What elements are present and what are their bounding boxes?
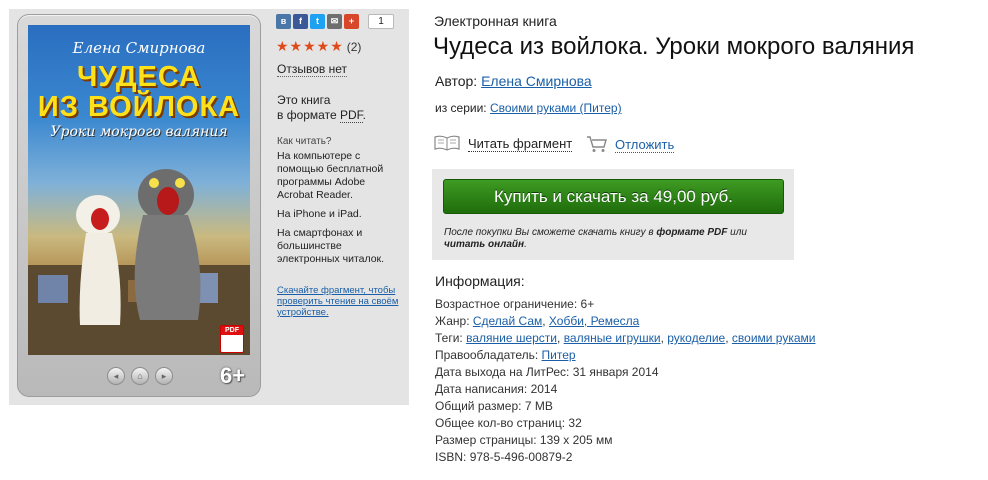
note-read-online: читать онлайн bbox=[444, 239, 525, 250]
vk-icon[interactable]: в bbox=[276, 14, 291, 29]
format-suffix: . bbox=[362, 108, 366, 122]
tag-link[interactable]: своими руками bbox=[732, 331, 816, 345]
genre-link[interactable]: Хобби, Ремесла bbox=[549, 314, 639, 328]
age-label: Возрастное ограничение: bbox=[435, 297, 581, 311]
cover-illustration bbox=[28, 169, 250, 355]
format-name-link[interactable]: PDF bbox=[339, 108, 363, 123]
note-text: После покупки Вы сможете скачать книгу в bbox=[444, 227, 657, 238]
info-isbn: ISBN: 978-5-496-00879-2 bbox=[435, 449, 816, 466]
info-written: Дата написания: 2014 bbox=[435, 381, 816, 398]
page-size-label: Размер страницы: bbox=[435, 433, 540, 447]
book-cover[interactable]: Елена Смирнова ЧУДЕСА ИЗ ВОЙЛОКА Уроки м… bbox=[28, 25, 250, 355]
plus-icon[interactable]: + bbox=[344, 14, 359, 29]
genre-link[interactable]: Сделай Сам bbox=[473, 314, 542, 328]
how-to-read-list: На компьютере с помощью бесплатной прогр… bbox=[277, 150, 402, 272]
rights-label: Правообладатель: bbox=[435, 348, 542, 362]
cover-author: Елена Смирнова bbox=[72, 39, 206, 57]
release-value: 31 января 2014 bbox=[572, 365, 659, 379]
book-preview-panel: Елена Смирнова ЧУДЕСА ИЗ ВОЙЛОКА Уроки м… bbox=[9, 9, 409, 405]
series-label: из серии: bbox=[435, 101, 490, 115]
reviews-link[interactable]: Отзывов нет bbox=[277, 62, 347, 77]
series-link[interactable]: Своими руками (Питер) bbox=[490, 101, 622, 115]
share-counter: 1 bbox=[368, 14, 394, 29]
star-icons: ★★★★★ bbox=[276, 38, 344, 54]
age-rating-badge: 6+ bbox=[220, 363, 246, 388]
postpone-button[interactable]: Отложить bbox=[586, 135, 675, 153]
tag-link[interactable]: рукоделие bbox=[667, 331, 725, 345]
pdf-badge-label: PDF bbox=[221, 326, 243, 335]
prev-page-icon[interactable]: ◂ bbox=[107, 367, 125, 385]
format-prefix: Это книга bbox=[277, 93, 331, 107]
info-size: Общий размер: 7 MB bbox=[435, 398, 816, 415]
reader-controls: ◂ ⌂ ▸ 6+ bbox=[18, 363, 262, 389]
isbn-label: ISBN: bbox=[435, 450, 470, 464]
pdf-file-icon: PDF bbox=[220, 325, 244, 353]
purchase-note: После покупки Вы сможете скачать книгу в… bbox=[444, 227, 784, 251]
info-age: Возрастное ограничение: 6+ bbox=[435, 296, 816, 313]
how-to-read-title: Как читать? bbox=[277, 136, 332, 147]
series-row: из серии: Своими руками (Питер) bbox=[435, 101, 622, 115]
info-release: Дата выхода на ЛитРес: 31 января 2014 bbox=[435, 364, 816, 381]
product-type-label: Электронная книга bbox=[434, 13, 557, 29]
author-link[interactable]: Елена Смирнова bbox=[481, 73, 592, 89]
isbn-value: 978-5-496-00879-2 bbox=[469, 450, 573, 464]
ereader-frame: Елена Смирнова ЧУДЕСА ИЗ ВОЙЛОКА Уроки м… bbox=[17, 14, 261, 397]
page-title: Чудеса из войлока. Уроки мокрого валяния bbox=[433, 33, 915, 60]
size-value: 7 MB bbox=[524, 399, 553, 413]
book-info-list: Возрастное ограничение: 6+ Жанр: Сделай … bbox=[435, 296, 816, 466]
cover-title-line2: ИЗ ВОЙЛОКА bbox=[37, 91, 241, 123]
home-icon[interactable]: ⌂ bbox=[131, 367, 149, 385]
genre-label: Жанр: bbox=[435, 314, 473, 328]
note-format: формате PDF bbox=[656, 227, 728, 238]
age-value: 6+ bbox=[580, 297, 595, 311]
read-fragment-label: Читать фрагмент bbox=[468, 136, 573, 152]
download-fragment-link[interactable]: Скачайте фрагмент, чтобы проверить чтени… bbox=[277, 285, 402, 318]
cover-title-line1: ЧУДЕСА bbox=[76, 61, 202, 93]
format-info: Это книга в формате PDF. bbox=[277, 93, 397, 123]
tags-label: Теги: bbox=[435, 331, 467, 345]
note-text: или bbox=[727, 227, 747, 238]
written-label: Дата написания: bbox=[435, 382, 531, 396]
page-size-value: 139 x 205 мм bbox=[539, 433, 613, 447]
email-icon[interactable]: ✉ bbox=[327, 14, 342, 29]
rights-link[interactable]: Питер bbox=[542, 348, 576, 362]
note-end: . bbox=[524, 239, 527, 250]
read-fragment-button[interactable]: Читать фрагмент bbox=[434, 135, 573, 152]
tag-link[interactable]: валяние шерсти bbox=[466, 331, 557, 345]
twitter-icon[interactable]: t bbox=[310, 14, 325, 29]
facebook-icon[interactable]: f bbox=[293, 14, 308, 29]
format-line2: в формате bbox=[277, 108, 340, 122]
author-row: Автор: Елена Смирнова bbox=[435, 73, 592, 89]
tag-link[interactable]: валяные игрушки bbox=[564, 331, 661, 345]
author-label: Автор: bbox=[435, 73, 482, 89]
howto-item: На смартфонах и большинстве электронных … bbox=[277, 227, 385, 265]
purchase-box: Купить и скачать за 49,00 руб. После пок… bbox=[432, 169, 794, 260]
written-value: 2014 bbox=[530, 382, 558, 396]
postpone-label: Отложить bbox=[615, 137, 675, 153]
rating-count: (2) bbox=[346, 40, 362, 54]
next-page-icon[interactable]: ▸ bbox=[155, 367, 173, 385]
info-heading: Информация: bbox=[435, 273, 525, 289]
open-book-icon bbox=[434, 135, 460, 151]
rating-stars[interactable]: ★★★★★ (2) bbox=[276, 38, 361, 55]
howto-item: На компьютере с помощью бесплатной прогр… bbox=[277, 150, 384, 201]
info-page-size: Размер страницы: 139 x 205 мм bbox=[435, 432, 816, 449]
buy-download-button[interactable]: Купить и скачать за 49,00 руб. bbox=[443, 179, 784, 214]
info-genre: Жанр: Сделай Сам, Хобби, Ремесла bbox=[435, 314, 640, 328]
cart-icon bbox=[587, 136, 607, 152]
howto-item: На iPhone и iPad. bbox=[277, 208, 362, 220]
pages-label: Общее кол-во страниц: bbox=[435, 416, 569, 430]
cover-subtitle: Уроки мокрого валяния bbox=[50, 124, 228, 140]
info-tags: Теги: валяние шерсти, валяные игрушки, р… bbox=[435, 331, 816, 345]
info-rights: Правообладатель: Питер bbox=[435, 347, 816, 364]
info-pages: Общее кол-во страниц: 32 bbox=[435, 415, 816, 432]
size-label: Общий размер: bbox=[435, 399, 525, 413]
pages-value: 32 bbox=[568, 416, 582, 430]
release-label: Дата выхода на ЛитРес: bbox=[435, 365, 573, 379]
